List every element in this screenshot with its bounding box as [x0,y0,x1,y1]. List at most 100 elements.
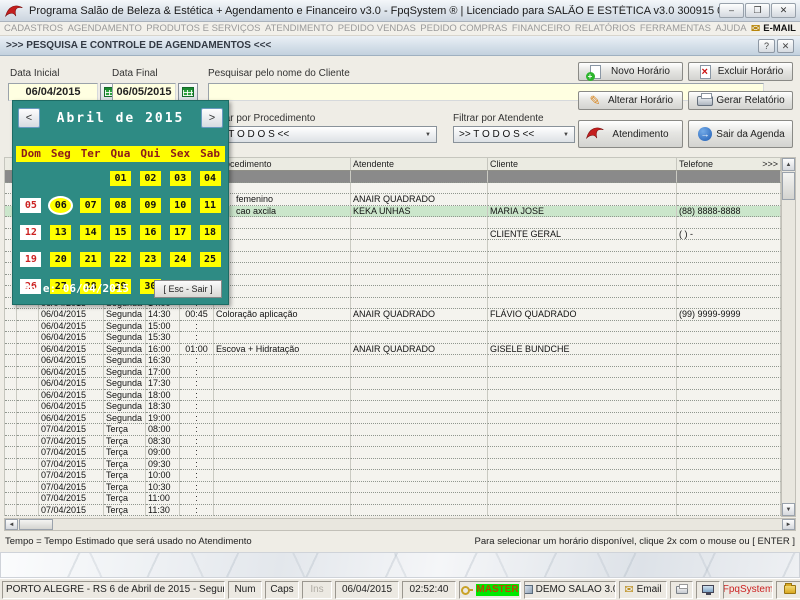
filter-atendente-select[interactable]: >> T O D O S << ▼ [453,126,575,143]
menu-item-ferramentas[interactable]: FERRAMENTAS [640,23,711,34]
cell-hora: 17:00 [146,366,180,378]
data-final-calendar-button[interactable] [178,83,198,101]
calendar-prev-button[interactable]: < [18,108,40,128]
calendar-day-09[interactable]: 09 [139,198,161,213]
menu-item-ajuda[interactable]: AJUDA [715,23,746,34]
panel-close-button[interactable]: ✕ [777,38,794,53]
table-row[interactable]: 06/04/2015 Segunda 15:30: [5,332,781,344]
cell-atend [351,355,488,367]
calendar-day-22[interactable]: 22 [109,252,131,267]
table-row[interactable]: 07/04/2015 Terça 10:30: [5,481,781,493]
minimize-button[interactable]: – [719,3,744,18]
calendar-next-button[interactable]: > [201,108,223,128]
calendar-day-06[interactable]: 06 [50,198,72,213]
cell-atend [351,481,488,493]
menu-item-agendamento[interactable]: AGENDAMENTO [68,23,142,34]
status-network-button[interactable] [696,580,720,599]
table-row[interactable]: 07/04/2015 Terça 11:00: [5,493,781,505]
horizontal-scroll-thumb[interactable] [19,519,53,530]
calendar-day-12[interactable]: 12 [20,225,42,240]
vertical-scrollbar[interactable]: ▲ ▼ [781,157,796,517]
table-row[interactable]: 06/04/2015 Segunda 17:30: [5,378,781,390]
calendar-day-05[interactable]: 05 [20,198,42,213]
column-header-cliente: Cliente [488,157,677,171]
calendar-day-19[interactable]: 19 [20,252,42,267]
calendar-day-13[interactable]: 13 [50,225,72,240]
close-button[interactable]: ✕ [771,3,796,18]
menu-item-cadastros[interactable]: CADASTROS [4,23,63,34]
calendar-day-11[interactable]: 11 [199,198,221,213]
scroll-left-icon[interactable]: ◄ [5,519,18,530]
excluir-hor-rio-button[interactable]: Excluir Horário [688,62,793,81]
cell-proc: Coloração aplicação [214,309,351,321]
menu-item-pedido-compras[interactable]: PEDIDO COMPRAS [420,23,507,34]
table-row[interactable]: 07/04/2015 Terça 09:30: [5,458,781,470]
table-row[interactable]: 07/04/2015 Terça 09:00: [5,447,781,459]
menu-item-pedido-vendas[interactable]: PEDIDO VENDAS [338,23,416,34]
scroll-up-icon[interactable]: ▲ [782,158,795,171]
header-more: >>> [762,159,778,169]
data-final-input[interactable]: 06/05/2015 [112,83,176,101]
data-inicial-input[interactable]: 06/04/2015 [8,83,98,101]
table-row[interactable]: 07/04/2015 Terça 11:30: [5,504,781,516]
novo-hor-rio-button[interactable]: Novo Horário [578,62,683,81]
cell-proc [214,286,351,298]
table-row[interactable]: 06/04/2015 Segunda 16:30: [5,355,781,367]
cell-cliente [488,274,677,286]
calendar-day-17[interactable]: 17 [169,225,191,240]
atendimento-button[interactable]: Atendimento [578,120,683,148]
menu-item-financeiro[interactable]: FINANCEIRO [512,23,571,34]
table-row[interactable]: 06/04/2015 Segunda 19:00: [5,412,781,424]
cell-proc [214,332,351,344]
table-row[interactable]: 07/04/2015 Terça 08:30: [5,435,781,447]
cell-dia: Terça [104,424,146,436]
cell-atend [351,240,488,252]
status-email-button[interactable]: ✉ Email [619,580,667,599]
menu-item-produtos-e-servi-os[interactable]: PRODUTOS E SERVIÇOS [146,23,260,34]
status-users-button[interactable] [776,580,800,599]
calendar-day-04[interactable]: 04 [199,171,221,186]
restore-button[interactable]: ❐ [745,3,770,18]
table-row[interactable]: 06/04/2015 Segunda 18:30: [5,401,781,413]
calendar-day-01[interactable]: 01 [109,171,131,186]
calendar-day-15[interactable]: 15 [109,225,131,240]
vertical-scroll-thumb[interactable] [782,172,795,200]
cell-m1 [5,389,17,401]
table-row[interactable]: 07/04/2015 Terça 08:00: [5,424,781,436]
status-print-button[interactable] [670,580,693,599]
table-row[interactable]: 06/04/2015 Segunda 17:00: [5,366,781,378]
gerar-relat-rio-button[interactable]: Gerar Relatório [688,91,793,110]
calendar-day-20[interactable]: 20 [50,252,72,267]
horizontal-scrollbar[interactable]: ◄ ► [4,518,796,531]
calendar-day-07[interactable]: 07 [80,198,102,213]
table-row[interactable]: 07/04/2015 Terça 10:00: [5,470,781,482]
cell-tempo: 00:45 [180,309,214,321]
alterar-hor-rio-button[interactable]: ✎ Alterar Horário [578,91,683,110]
help-button[interactable]: ? [758,38,775,53]
sair-da-agenda-button[interactable]: → Sair da Agenda [688,120,793,148]
menu-item-e-mail[interactable]: ✉ E-MAIL [751,23,796,34]
calendar-day-25[interactable]: 25 [199,252,221,267]
menu-item-relat-rios[interactable]: RELATÓRIOS [575,23,636,34]
table-row[interactable]: 06/04/2015 Segunda 18:00: [5,389,781,401]
calendar-esc-button[interactable]: [ Esc - Sair ] [154,280,222,298]
menu-item-atendimento[interactable]: ATENDIMENTO [265,23,333,34]
table-row[interactable]: 06/04/2015 Segunda 15:00: [5,320,781,332]
calendar-day-24[interactable]: 24 [169,252,191,267]
filter-procedimento-select[interactable]: >> T O D O S << ▼ [208,126,437,143]
calendar-day-21[interactable]: 21 [80,252,102,267]
cell-dia: Terça [104,493,146,505]
calendar-day-16[interactable]: 16 [139,225,161,240]
calendar-day-23[interactable]: 23 [139,252,161,267]
scroll-right-icon[interactable]: ► [782,519,795,530]
status-date: 06/04/2015 [335,580,399,599]
calendar-day-02[interactable]: 02 [139,171,161,186]
table-row[interactable]: 06/04/2015 Segunda 16:00 01:00 Escova + Hidr… [5,343,781,355]
calendar-day-03[interactable]: 03 [169,171,191,186]
table-row[interactable]: 06/04/2015 Segunda 14:30 00:45 Coloração apl… [5,309,781,321]
scroll-down-icon[interactable]: ▼ [782,503,795,516]
calendar-day-18[interactable]: 18 [199,225,221,240]
calendar-day-08[interactable]: 08 [109,198,131,213]
calendar-day-10[interactable]: 10 [169,198,191,213]
calendar-day-14[interactable]: 14 [80,225,102,240]
